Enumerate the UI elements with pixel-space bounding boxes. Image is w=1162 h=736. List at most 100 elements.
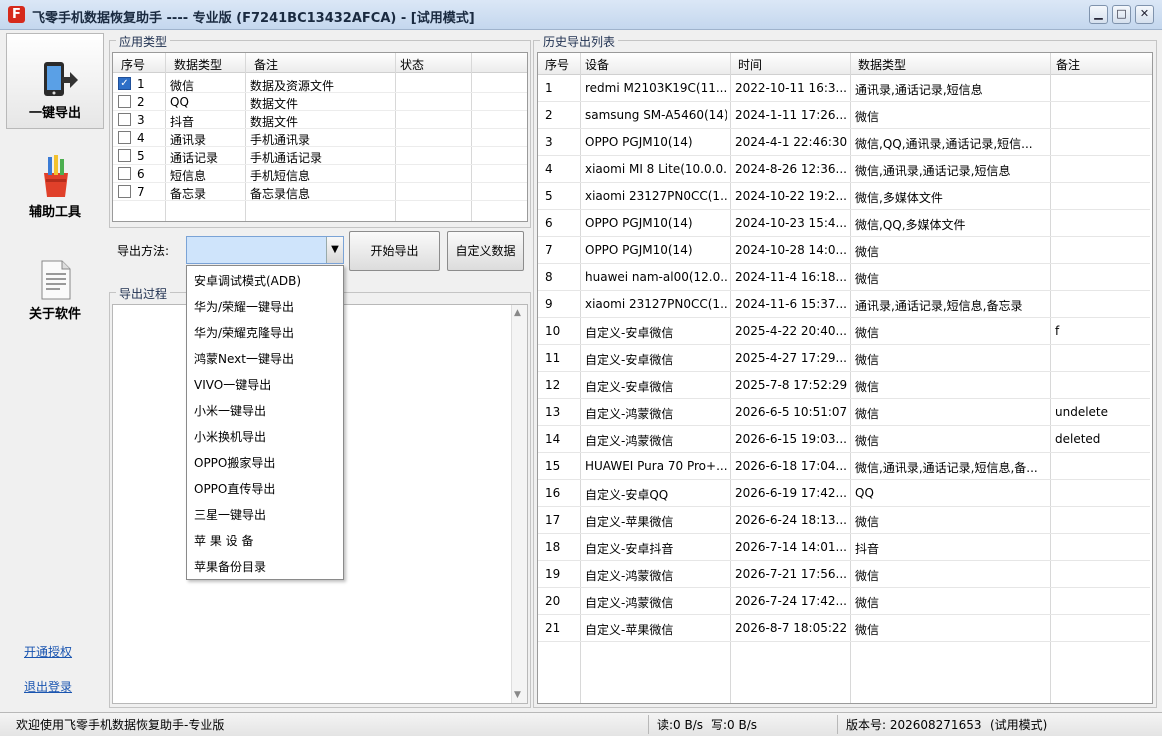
table-row[interactable]: 11 自定义-安卓微信 2025-4-27 17:29... 微信: [538, 345, 1150, 372]
row-checkbox[interactable]: [118, 113, 131, 126]
row-checkbox[interactable]: [118, 95, 131, 108]
table-row[interactable]: 7 备忘录 备忘录信息: [113, 183, 527, 201]
table-row[interactable]: 18 自定义-安卓抖音 2026-7-14 14:01... 抖音: [538, 534, 1150, 561]
row-index: 8: [545, 270, 553, 284]
table-row[interactable]: 10 自定义-安卓微信 2025-4-22 20:40... 微信 f: [538, 318, 1150, 345]
row-index: 10: [545, 324, 561, 338]
row-time: 2024-1-11 17:26...: [735, 108, 847, 122]
option-huawei-one-click[interactable]: 华为/荣耀一键导出: [194, 294, 294, 320]
table-row[interactable]: 3 OPPO PGJM10(14) 2024-4-1 22:46:30 微信,QQ,通…: [538, 129, 1150, 156]
option-huawei-clone[interactable]: 华为/荣耀克隆导出: [194, 320, 294, 346]
option-adb[interactable]: 安卓调试模式(ADB): [194, 268, 301, 294]
table-row[interactable]: 9 xiaomi 23127PN0CC(1... 2024-11-6 15:37..…: [538, 291, 1150, 318]
row-index: 13: [545, 405, 561, 419]
start-export-button[interactable]: 开始导出: [349, 231, 440, 271]
row-device: 自定义-苹果微信: [585, 623, 674, 637]
scroll-up-icon[interactable]: ▲: [514, 308, 521, 318]
export-method-select[interactable]: ▼: [186, 236, 344, 264]
chevron-down-icon[interactable]: ▼: [326, 237, 343, 263]
row-device: 自定义-安卓抖音: [585, 542, 674, 556]
scroll-down-icon[interactable]: ▼: [514, 690, 521, 700]
row-device: HUAWEI Pura 70 Pro+...: [585, 459, 727, 473]
table-row[interactable]: 6 短信息 手机短信息: [113, 165, 527, 183]
row-index: 15: [545, 459, 561, 473]
option-xiaomi-one-click[interactable]: 小米一键导出: [194, 398, 266, 424]
table-row[interactable]: 8 huawei nam-al00(12.0.... 2024-11-4 16:18…: [538, 264, 1150, 291]
row-type: 微信,通讯录,通话记录,短信息,备...: [855, 461, 1038, 475]
table-row[interactable]: 14 自定义-鸿蒙微信 2026-6-15 19:03... 微信 deleted: [538, 426, 1150, 453]
minimize-button[interactable]: ▁: [1089, 5, 1108, 24]
option-vivo[interactable]: VIVO一键导出: [194, 372, 271, 398]
export-method-options: 安卓调试模式(ADB) 华为/荣耀一键导出 华为/荣耀克隆导出 鸿蒙Next一键…: [186, 265, 344, 580]
row-time: 2026-6-18 17:04...: [735, 459, 847, 473]
table-row[interactable]: 13 自定义-鸿蒙微信 2026-6-5 10:51:07 微信 undelete: [538, 399, 1150, 426]
table-row[interactable]: 4 通讯录 手机通讯录: [113, 129, 527, 147]
row-device: 自定义-安卓微信: [585, 353, 674, 367]
table-row[interactable]: 15 HUAWEI Pura 70 Pro+... 2026-6-18 17:04.…: [538, 453, 1150, 480]
row-type: 微信,QQ,多媒体文件: [855, 218, 966, 232]
table-row[interactable]: 3 抖音 数据文件: [113, 111, 527, 129]
row-type: 通话记录: [170, 151, 219, 165]
maximize-button[interactable]: □: [1112, 5, 1131, 24]
row-type: 抖音: [170, 115, 195, 129]
row-note: 备忘录信息: [250, 187, 311, 201]
table-row[interactable]: 7 OPPO PGJM10(14) 2024-10-28 14:0... 微信: [538, 237, 1150, 264]
option-xiaomi-switch[interactable]: 小米换机导出: [194, 424, 266, 450]
close-button[interactable]: ✕: [1135, 5, 1154, 24]
table-row[interactable]: 5 通话记录 手机通话记录: [113, 147, 527, 165]
row-index: 18: [545, 540, 561, 554]
option-harmony-next[interactable]: 鸿蒙Next一键导出: [194, 346, 294, 372]
activate-license-link[interactable]: 开通授权: [24, 643, 72, 660]
column-header-device: 设备: [585, 58, 610, 72]
custom-data-button[interactable]: 自定义数据: [447, 231, 524, 271]
row-index: 1: [545, 81, 553, 95]
row-time: 2025-4-22 20:40...: [735, 324, 847, 338]
sidebar-item-about[interactable]: 关于软件: [6, 245, 104, 341]
table-row[interactable]: 21 自定义-苹果微信 2026-8-7 18:05:22 微信: [538, 615, 1150, 642]
option-samsung[interactable]: 三星一键导出: [194, 502, 266, 528]
option-oppo-move[interactable]: OPPO搬家导出: [194, 450, 275, 476]
row-index: 2: [137, 95, 145, 109]
table-row[interactable]: 2 QQ 数据文件: [113, 93, 527, 111]
row-type: 抖音: [855, 542, 880, 556]
app-types-group-title: 应用类型: [116, 33, 171, 50]
sidebar-item-tools[interactable]: 辅助工具: [6, 143, 104, 239]
row-type: 通讯录: [170, 133, 207, 147]
row-checkbox[interactable]: [118, 185, 131, 198]
option-apple-backup[interactable]: 苹果备份目录: [194, 554, 266, 580]
option-oppo-direct[interactable]: OPPO直传导出: [194, 476, 275, 502]
table-row[interactable]: 4 xiaomi MI 8 Lite(10.0.0... 2024-8-26 12:…: [538, 156, 1150, 183]
row-index: 16: [545, 486, 561, 500]
row-device: 自定义-安卓QQ: [585, 488, 669, 502]
option-apple-device[interactable]: 苹 果 设 备: [194, 528, 253, 554]
row-type: 微信: [855, 515, 880, 529]
row-type: 微信: [855, 623, 880, 637]
table-row[interactable]: 1 redmi M2103K19C(11.... 2022-10-11 16:3..…: [538, 75, 1150, 102]
table-row[interactable]: 12 自定义-安卓微信 2025-7-8 17:52:29 微信: [538, 372, 1150, 399]
row-type: 短信息: [170, 169, 207, 183]
row-checkbox[interactable]: [118, 167, 131, 180]
table-row[interactable]: 20 自定义-鸿蒙微信 2026-7-24 17:42... 微信: [538, 588, 1150, 615]
row-device: 自定义-安卓微信: [585, 326, 674, 340]
table-row[interactable]: ✓ 1 微信 数据及资源文件: [113, 75, 527, 93]
table-row[interactable]: 19 自定义-鸿蒙微信 2026-7-21 17:56... 微信: [538, 561, 1150, 588]
history-group-title: 历史导出列表: [540, 33, 619, 50]
row-checkbox[interactable]: [118, 131, 131, 144]
table-row[interactable]: 17 自定义-苹果微信 2026-6-24 18:13... 微信: [538, 507, 1150, 534]
logout-link[interactable]: 退出登录: [24, 678, 72, 695]
row-time: 2024-11-6 15:37...: [735, 297, 847, 311]
table-row[interactable]: 6 OPPO PGJM10(14) 2024-10-23 15:4... 微信,QQ,…: [538, 210, 1150, 237]
row-checkbox[interactable]: ✓: [118, 77, 131, 90]
row-type: 微信: [855, 272, 880, 286]
table-row[interactable]: 2 samsung SM-A5460(14) 2024-1-11 17:26... 微…: [538, 102, 1150, 129]
sidebar-item-one-click-export[interactable]: 一键导出: [6, 33, 104, 129]
row-device: OPPO PGJM10(14): [585, 243, 693, 257]
log-scrollbar[interactable]: ▲ ▼: [511, 305, 527, 703]
row-index: 3: [137, 113, 145, 127]
row-device: 自定义-鸿蒙微信: [585, 596, 674, 610]
document-icon: [41, 260, 71, 300]
table-row[interactable]: 5 xiaomi 23127PN0CC(1... 2024-10-22 19:2..…: [538, 183, 1150, 210]
table-row[interactable]: 16 自定义-安卓QQ 2026-6-19 17:42... QQ: [538, 480, 1150, 507]
row-time: 2026-8-7 18:05:22: [735, 621, 847, 635]
row-checkbox[interactable]: [118, 149, 131, 162]
